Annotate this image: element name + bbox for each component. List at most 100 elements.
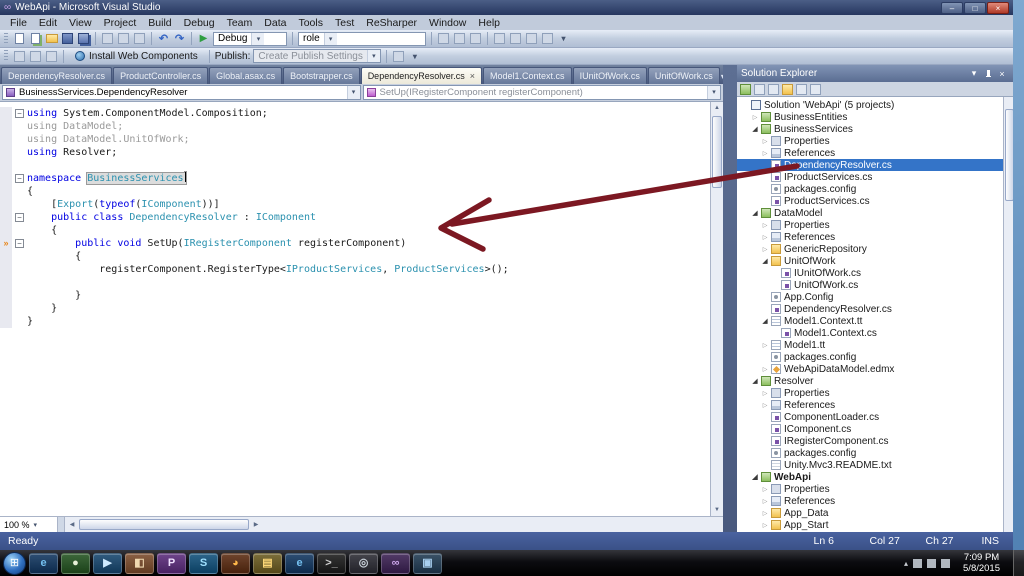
toolbar-grip[interactable] [4, 32, 8, 45]
tree-expander-icon[interactable]: ▷ [760, 150, 770, 157]
menu-item-tools[interactable]: Tools [292, 16, 329, 30]
tree-expander-icon[interactable]: ▷ [760, 246, 770, 253]
view-in-browser-icon[interactable] [29, 50, 42, 63]
solution-explorer-scrollbar[interactable] [1003, 97, 1013, 532]
tree-item-businessentities[interactable]: ▷ BusinessEntities [737, 111, 1003, 123]
taskbar-icon-media-player[interactable]: ▶ [93, 552, 122, 574]
menu-item-window[interactable]: Window [423, 16, 472, 30]
show-all-files-icon[interactable] [754, 83, 765, 95]
taskbar-icon-internet-explorer-2[interactable]: e [285, 552, 314, 574]
tree-expander-icon[interactable]: ◢ [760, 317, 770, 325]
taskbar-icon-internet-explorer[interactable]: e [29, 552, 58, 574]
zoom-control[interactable]: 100 % ▾ [0, 517, 58, 532]
fold-toggle-icon[interactable]: − [15, 239, 24, 248]
add-item-icon[interactable] [29, 32, 42, 45]
tree-item-app-start[interactable]: ▷ App_Start [737, 519, 1003, 531]
taskbar-icon-skype[interactable]: S [189, 552, 218, 574]
tree-expander-icon[interactable]: ▷ [760, 342, 770, 349]
navigate-backward-icon[interactable] [453, 32, 466, 45]
tree-item-resolver[interactable]: ◢ Resolver [737, 375, 1003, 387]
minimize-button[interactable]: – [941, 1, 963, 14]
network-icon[interactable] [927, 558, 937, 568]
redo-icon[interactable]: ↷ [173, 32, 186, 45]
menu-item-file[interactable]: File [4, 16, 33, 30]
pin-icon[interactable] [981, 68, 995, 80]
solution-explorer-toggle-icon[interactable] [493, 32, 506, 45]
toolbar-options-icon[interactable]: ▾ [408, 50, 421, 63]
show-desktop-button[interactable] [1013, 550, 1024, 576]
tree-item-app-data[interactable]: ▷ App_Data [737, 507, 1003, 519]
tree-expander-icon[interactable]: ◢ [760, 257, 770, 265]
scroll-up-icon[interactable]: ▲ [714, 102, 720, 114]
tree-item-references[interactable]: ▷ References [737, 399, 1003, 411]
menu-item-team[interactable]: Team [221, 16, 259, 30]
scroll-right-icon[interactable]: ▶ [249, 517, 263, 532]
attach-to-process-icon[interactable] [45, 50, 58, 63]
save-icon[interactable] [61, 32, 74, 45]
code-area[interactable]: − using System.ComponentModel.Composition… [0, 102, 710, 516]
scroll-down-icon[interactable]: ▼ [714, 504, 720, 516]
tree-item-solution-webapi-5-projects[interactable]: Solution 'WebApi' (5 projects) [737, 99, 1003, 111]
code-editor[interactable]: − using System.ComponentModel.Composition… [0, 102, 723, 516]
toolbox-icon[interactable] [541, 32, 554, 45]
tree-item-references[interactable]: ▷ References [737, 495, 1003, 507]
tree-item-unity-mvc3-readme-txt[interactable]: Unity.Mvc3.README.txt [737, 459, 1003, 471]
tree-item-packages-config[interactable]: packages.config [737, 447, 1003, 459]
cut-icon[interactable] [101, 32, 114, 45]
open-file-icon[interactable] [45, 32, 58, 45]
save-all-icon[interactable] [77, 32, 90, 45]
tree-item-model1-tt[interactable]: ▷ Model1.tt [737, 339, 1003, 351]
taskbar-icon-paint[interactable]: ◧ [125, 552, 154, 574]
action-center-icon[interactable] [913, 558, 923, 568]
taskbar-icon-visual-studio[interactable]: ∞ [381, 552, 410, 574]
menu-item-test[interactable]: Test [329, 16, 360, 30]
browse-with-icon[interactable] [13, 50, 26, 63]
tree-item-webapi[interactable]: ◢ WebApi [737, 471, 1003, 483]
install-web-components-button[interactable]: Install Web Components [69, 49, 204, 64]
tree-expander-icon[interactable]: ▷ [760, 366, 770, 373]
tree-expander-icon[interactable]: ▷ [760, 138, 770, 145]
tree-expander-icon[interactable]: ◢ [750, 209, 760, 217]
tab-dependencyresolver-cs[interactable]: DependencyResolver.cs [1, 67, 113, 84]
tree-item-references[interactable]: ▷ References [737, 147, 1003, 159]
menu-item-edit[interactable]: Edit [33, 16, 63, 30]
navigate-forward-icon[interactable] [469, 32, 482, 45]
tab-model1-context-cs[interactable]: Model1.Context.cs [483, 67, 572, 84]
toolbar-grip[interactable] [4, 50, 8, 62]
tab-dependencyresolver-cs[interactable]: DependencyResolver.cs × [360, 67, 483, 84]
properties-window-icon[interactable] [509, 32, 522, 45]
tree-item-packages-config[interactable]: packages.config [737, 183, 1003, 195]
fold-toggle-icon[interactable]: − [15, 213, 24, 222]
tree-item-model1-context-cs[interactable]: Model1.Context.cs [737, 327, 1003, 339]
copy-icon[interactable] [117, 32, 130, 45]
tree-expander-icon[interactable]: ◢ [750, 473, 760, 481]
tab-bootstrapper-cs[interactable]: Bootstrapper.cs [283, 67, 360, 84]
publish-web-icon[interactable] [392, 50, 405, 63]
start-button[interactable]: ⊞ [3, 551, 26, 575]
menu-item-data[interactable]: Data [258, 16, 292, 30]
tab-unitofwork-cs[interactable]: UnitOfWork.cs [647, 67, 720, 84]
undo-icon[interactable]: ↶ [157, 32, 170, 45]
close-panel-icon[interactable]: × [995, 69, 1009, 79]
view-code-icon[interactable] [796, 83, 807, 95]
find-in-files-icon[interactable] [437, 32, 450, 45]
tree-expander-icon[interactable]: ◢ [750, 125, 760, 133]
object-browser-icon[interactable] [525, 32, 538, 45]
tree-expander-icon[interactable]: ▷ [760, 522, 770, 529]
taskbar-icon-picpick[interactable]: P [157, 552, 186, 574]
menu-item-view[interactable]: View [63, 16, 98, 30]
properties-icon[interactable] [740, 83, 751, 95]
tree-item-businessservices[interactable]: ◢ BusinessServices [737, 123, 1003, 135]
paste-icon[interactable] [133, 32, 146, 45]
tree-expander-icon[interactable]: ▷ [760, 498, 770, 505]
toolbar-options-icon[interactable]: ▾ [557, 32, 570, 45]
taskbar-icon-firefox[interactable]: ◕ [221, 552, 250, 574]
collapse-all-icon[interactable] [782, 83, 793, 95]
tree-item-properties[interactable]: ▷ Properties [737, 483, 1003, 495]
tree-item-areas[interactable]: ▷Areas [737, 531, 1003, 533]
tree-item-properties[interactable]: ▷ Properties [737, 135, 1003, 147]
scroll-left-icon[interactable]: ◀ [65, 517, 79, 532]
tree-item-webapidatamodel-edmx[interactable]: ▷ WebApiDataModel.edmx [737, 363, 1003, 375]
tree-item-unitofwork-cs[interactable]: UnitOfWork.cs [737, 279, 1003, 291]
find-combo-input[interactable]: role ▾ [298, 31, 426, 46]
